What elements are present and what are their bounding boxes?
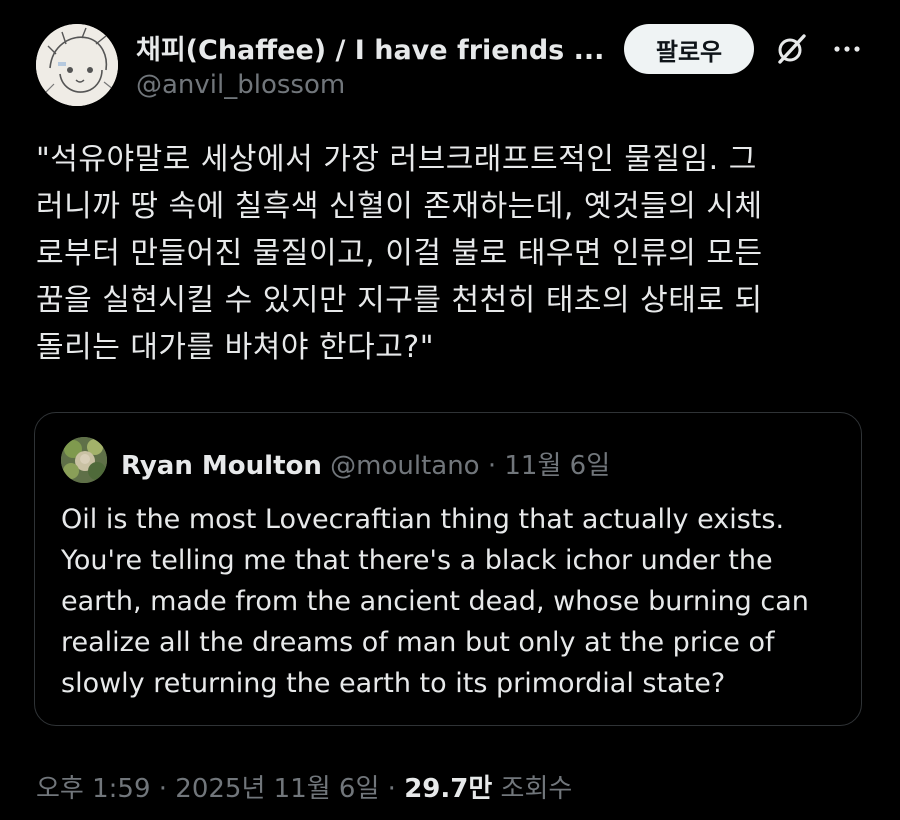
more-dots-icon[interactable] xyxy=(830,32,864,66)
quoted-tweet-body: Oil is the most Lovecraftian thing that … xyxy=(61,499,851,704)
views-count[interactable]: 29.7만 xyxy=(404,774,492,804)
author-display-name[interactable]: 채피(Chaffee) / I have friends ... xyxy=(136,28,606,67)
quoted-text-line: Oil is the most Lovecraftian thing that … xyxy=(61,504,785,535)
tweet-text-line: "석유야말로 세상에서 가장 러브크래프트적인 물질임. 그 xyxy=(36,142,757,177)
meta-separator: · xyxy=(158,774,168,804)
grok-icon[interactable] xyxy=(774,32,808,66)
green-foliage-avatar-icon xyxy=(61,437,107,483)
quoted-text-line: You're telling me that there's a black i… xyxy=(61,545,773,576)
meta-separator: · xyxy=(387,774,396,804)
quoted-text-line: earth, made from the ancient dead, whose… xyxy=(61,586,809,617)
quoted-tweet-card[interactable]: Ryan Moulton @moultano · 11월 6일 Oil is t… xyxy=(34,412,862,726)
quoted-text-line: slowly returning the earth to its primor… xyxy=(61,668,726,699)
quoted-author-handle[interactable]: @moultano xyxy=(330,451,479,481)
tweet-detail: 채피(Chaffee) / I have friends ... @anvil_… xyxy=(0,0,900,820)
author-handle[interactable]: @anvil_blossom xyxy=(136,70,345,100)
tweet-footer: 오후 1:59 · 2025년 11월 6일 · 29.7만 조회수 xyxy=(36,768,572,805)
quoted-text-line: realize all the dreams of man but only a… xyxy=(61,627,775,658)
quoted-author-name[interactable]: Ryan Moulton xyxy=(121,451,322,481)
quoted-tweet-date[interactable]: 11월 6일 xyxy=(504,451,610,481)
tweet-text-line: 러니까 땅 속에 칠흑색 신혈이 존재하는데, 옛것들의 시체 xyxy=(36,189,763,224)
tweet-text-line: 돌리는 대가를 바쳐야 한다고?" xyxy=(36,330,435,365)
tweet-body: "석유야말로 세상에서 가장 러브크래프트적인 물질임. 그 러니까 땅 속에 … xyxy=(36,136,866,371)
quoted-tweet-meta: Ryan Moulton @moultano · 11월 6일 xyxy=(121,445,610,482)
follow-button[interactable]: 팔로우 xyxy=(624,24,754,74)
tweet-text-line: 꿈을 실현시킬 수 있지만 지구를 천천히 태초의 상태로 되 xyxy=(36,283,763,318)
sketch-character-avatar-icon xyxy=(36,24,118,106)
tweet-text-line: 로부터 만들어진 물질이고, 이걸 불로 태우면 인류의 모든 xyxy=(36,236,763,271)
tweet-header: 채피(Chaffee) / I have friends ... @anvil_… xyxy=(36,24,876,110)
meta-separator: · xyxy=(487,451,497,481)
tweet-date[interactable]: 2025년 11월 6일 xyxy=(175,774,379,804)
views-label: 조회수 xyxy=(500,774,573,804)
tweet-time[interactable]: 오후 1:59 xyxy=(36,774,151,804)
author-avatar[interactable] xyxy=(36,24,118,106)
quoted-author-avatar[interactable] xyxy=(61,437,107,483)
